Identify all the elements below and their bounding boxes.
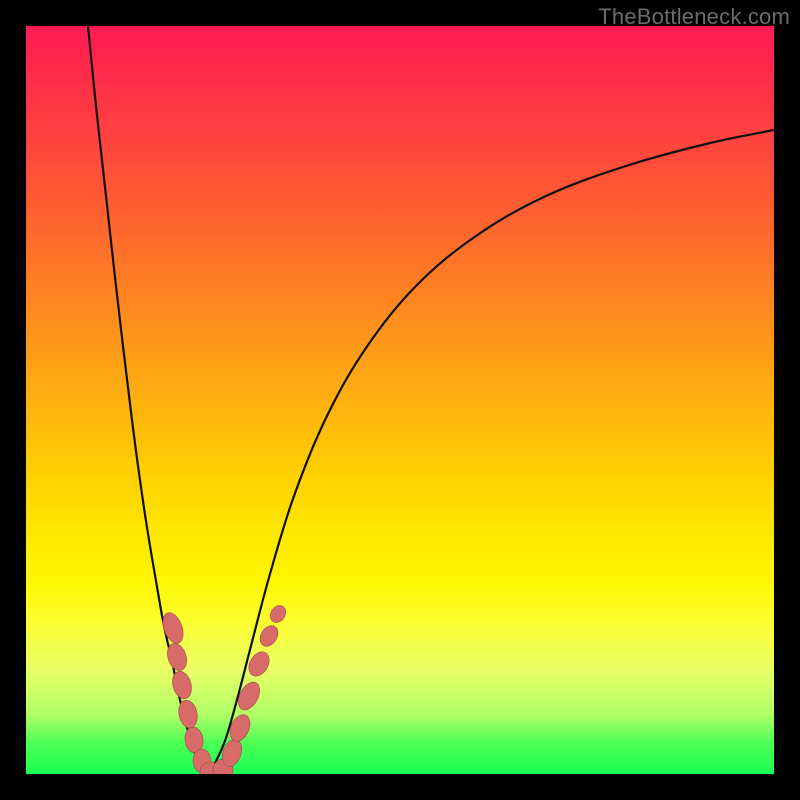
- data-point: [169, 669, 194, 701]
- data-point: [226, 712, 254, 745]
- chart-frame: TheBottleneck.com: [0, 0, 800, 800]
- chart-svg: [26, 26, 774, 774]
- data-point: [256, 622, 281, 649]
- curve-right: [208, 130, 774, 774]
- data-point: [159, 610, 187, 646]
- data-points: [159, 603, 289, 774]
- plot-area: [26, 26, 774, 774]
- curve-left: [88, 26, 208, 774]
- data-point: [267, 603, 289, 626]
